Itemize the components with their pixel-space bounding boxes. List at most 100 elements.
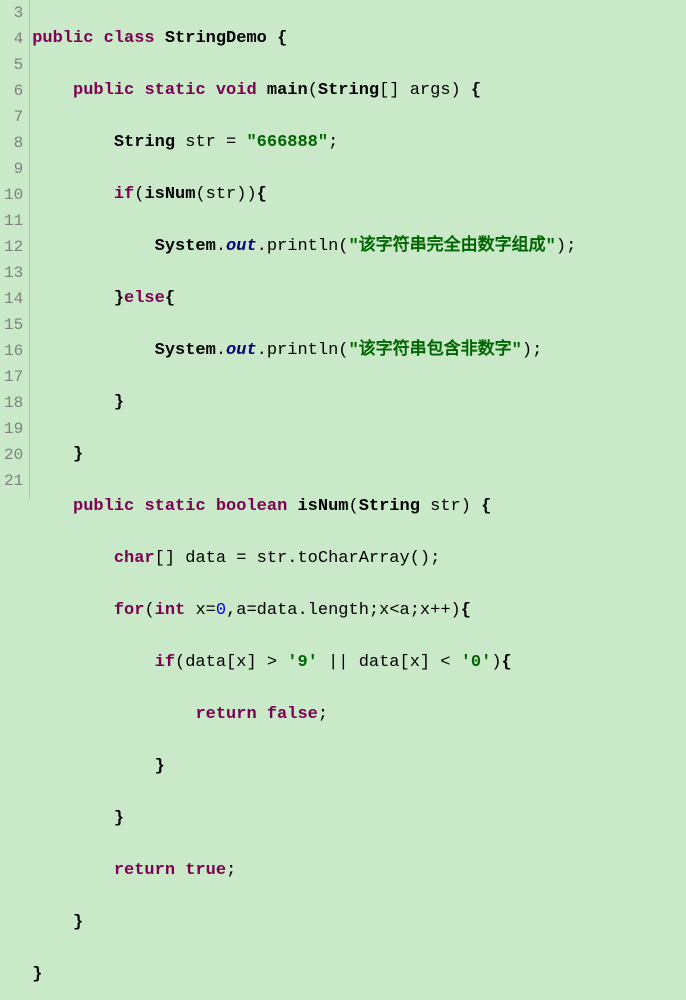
dot: . [297, 601, 307, 620]
identifier: data [185, 549, 226, 568]
identifier: x [420, 601, 430, 620]
code-line: } [32, 442, 686, 468]
keyword-if: if [114, 185, 134, 204]
char-literal: '9' [287, 653, 318, 672]
paren: ( [338, 341, 348, 360]
field-length: length [308, 601, 369, 620]
field-out: out [226, 237, 257, 256]
dot: . [216, 341, 226, 360]
increment: ++ [430, 601, 450, 620]
bracket: [ [226, 653, 236, 672]
identifier: str [257, 549, 288, 568]
line-number: 8 [4, 130, 23, 156]
bracket: ] [420, 653, 430, 672]
paren: ) [491, 653, 501, 672]
boolean-true: true [185, 861, 226, 880]
code-line: } [32, 962, 686, 988]
method-main: main [267, 81, 308, 100]
equals: = [216, 133, 247, 152]
brace: { [257, 185, 267, 204]
code-line: public class StringDemo { [32, 26, 686, 52]
boolean-false: false [267, 705, 318, 724]
identifier: data [185, 653, 226, 672]
line-number: 14 [4, 286, 23, 312]
bracket: [ [400, 653, 410, 672]
dot: . [287, 549, 297, 568]
method-call: isNum [144, 185, 195, 204]
number-literal: 0 [216, 601, 226, 620]
method-println: println [267, 341, 338, 360]
code-line: System.out.println("该字符串包含非数字"); [32, 338, 686, 364]
line-number: 13 [4, 260, 23, 286]
code-line: char[] data = str.toCharArray(); [32, 546, 686, 572]
semicolon: ; [532, 341, 542, 360]
comma: , [226, 601, 236, 620]
brace: } [155, 757, 165, 776]
brace: { [165, 289, 175, 308]
char-literal: '0' [461, 653, 492, 672]
keyword-public: public [73, 81, 134, 100]
code-line: System.out.println("该字符串完全由数字组成"); [32, 234, 686, 260]
identifier: x [236, 653, 246, 672]
type-string: String [318, 81, 379, 100]
class-name: StringDemo [165, 29, 267, 48]
line-number-gutter: 3 4 5 6 7 8 9 10 11 12 13 14 15 16 17 18… [0, 0, 30, 500]
semicolon: ; [318, 705, 328, 724]
brackets: [] [379, 81, 399, 100]
line-number: 11 [4, 208, 23, 234]
paren: ( [308, 81, 318, 100]
identifier: a [236, 601, 246, 620]
semicolon: ; [410, 601, 420, 620]
code-line: } [32, 910, 686, 936]
code-line: }else{ [32, 286, 686, 312]
keyword-public: public [32, 29, 93, 48]
keyword-else: else [124, 289, 165, 308]
identifier: data [257, 601, 298, 620]
code-line: return true; [32, 858, 686, 884]
paren: ) [420, 549, 430, 568]
code-area[interactable]: public class StringDemo { public static … [30, 0, 686, 500]
line-number: 15 [4, 312, 23, 338]
brace: } [114, 809, 124, 828]
string-literal: "该字符串包含非数字" [348, 341, 521, 360]
brace: { [267, 29, 287, 48]
identifier: x [195, 601, 205, 620]
class-system: System [155, 341, 216, 360]
code-line: return false; [32, 702, 686, 728]
code-line: } [32, 390, 686, 416]
line-number: 12 [4, 234, 23, 260]
paren: ) [246, 185, 256, 204]
code-line: } [32, 806, 686, 832]
paren: ( [410, 549, 420, 568]
field-out: out [226, 341, 257, 360]
code-line: if(data[x] > '9' || data[x] < '0'){ [32, 650, 686, 676]
paren: ) [522, 341, 532, 360]
paren: ( [144, 601, 154, 620]
identifier: data [359, 653, 400, 672]
brace: } [114, 289, 124, 308]
dot: . [257, 237, 267, 256]
paren: ) [451, 601, 461, 620]
keyword-return: return [195, 705, 256, 724]
keyword-return: return [114, 861, 175, 880]
line-number: 4 [4, 26, 23, 52]
string-literal: "该字符串完全由数字组成" [348, 237, 555, 256]
paren: ( [175, 653, 185, 672]
identifier: x [410, 653, 420, 672]
line-number: 9 [4, 156, 23, 182]
or-operator: || [318, 653, 359, 672]
line-number: 21 [4, 468, 23, 494]
line-number: 20 [4, 442, 23, 468]
equals: = [226, 549, 257, 568]
keyword-int: int [155, 601, 186, 620]
semicolon: ; [369, 601, 379, 620]
brace: } [73, 445, 83, 464]
line-number: 18 [4, 390, 23, 416]
paren: ) [451, 81, 461, 100]
semicolon: ; [566, 237, 576, 256]
method-println: println [267, 237, 338, 256]
line-number: 6 [4, 78, 23, 104]
greater-than: > [257, 653, 288, 672]
string-literal: "666888" [246, 133, 328, 152]
paren: ( [134, 185, 144, 204]
